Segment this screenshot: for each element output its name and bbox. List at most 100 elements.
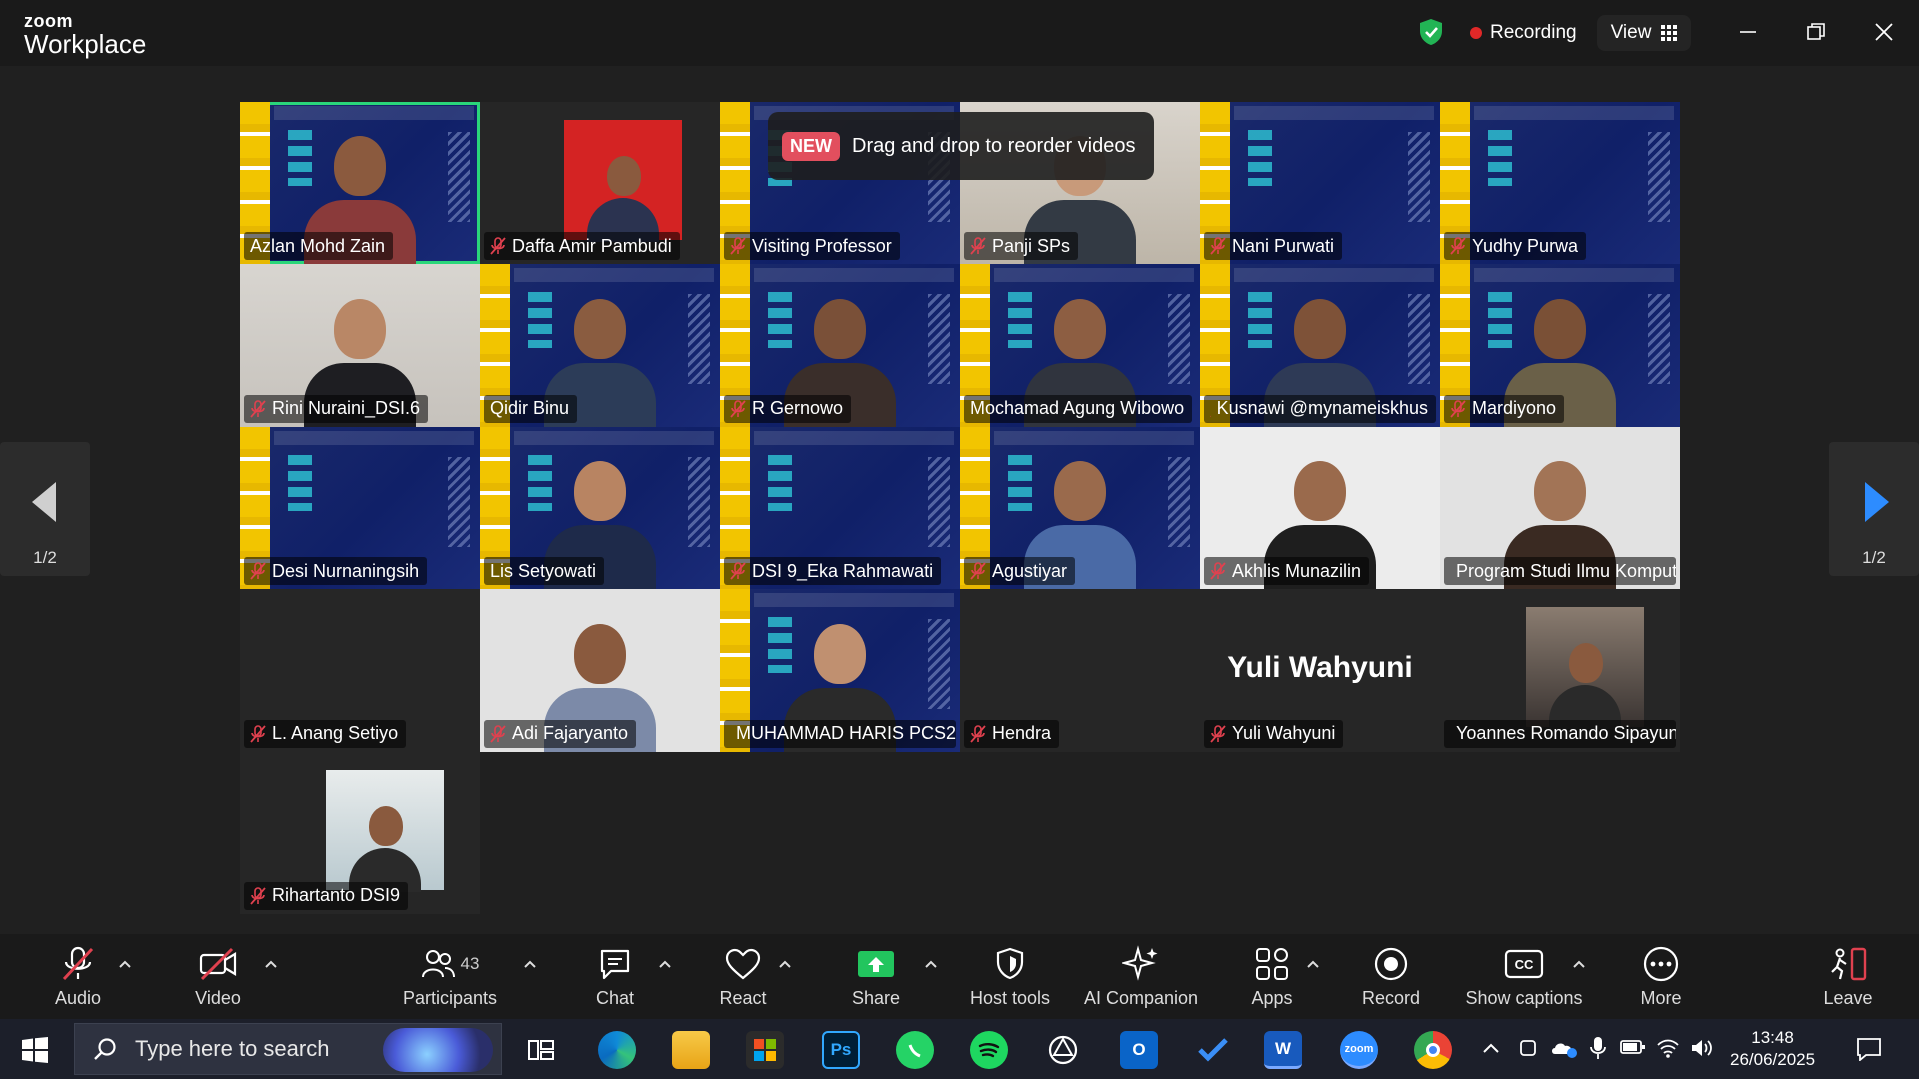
apps-options-chevron-up-icon[interactable]: [1305, 956, 1321, 972]
participant-display-name: Yuli Wahyuni: [1227, 651, 1413, 685]
whatsapp-icon[interactable]: [896, 1031, 934, 1069]
recording-indicator[interactable]: Recording: [1470, 22, 1577, 44]
video-button[interactable]: Video: [184, 944, 252, 1016]
participant-tile[interactable]: Lis Setyowati: [480, 426, 720, 590]
share-options-chevron-up-icon[interactable]: [923, 956, 939, 972]
participant-tile[interactable]: Nani Purwati: [1200, 102, 1440, 265]
edge-icon[interactable]: [598, 1031, 636, 1069]
participant-tile[interactable]: Azlan Mohd Zain: [240, 102, 480, 265]
react-options-chevron-up-icon[interactable]: [777, 956, 793, 972]
participant-tile[interactable]: Daffa Amir Pambudi: [480, 102, 720, 265]
todo-icon[interactable]: [1194, 1031, 1232, 1069]
close-button[interactable]: [1864, 14, 1904, 50]
participant-tile[interactable]: MUHAMMAD HARIS PCS203...: [720, 589, 960, 752]
wifi-icon[interactable]: [1656, 1037, 1680, 1059]
show-hidden-icons-chevron-icon[interactable]: [1482, 1041, 1500, 1055]
host-tools-label: Host tools: [969, 988, 1051, 1008]
more-button[interactable]: More: [1636, 944, 1686, 1016]
participant-tile[interactable]: Kusnawi @mynameiskhus: [1200, 264, 1440, 427]
participant-tile[interactable]: L. Anang Setiyo: [240, 589, 480, 752]
participant-name: Agustiyar: [992, 560, 1068, 581]
mic-muted-icon: [250, 724, 266, 743]
participant-tile[interactable]: DSI 9_Eka Rahmawati: [720, 426, 960, 590]
participant-tile[interactable]: Desi Nurnaningsih: [240, 426, 480, 590]
mic-muted-icon: [1450, 399, 1466, 418]
participant-tile[interactable]: Rihartanto DSI9: [240, 751, 480, 914]
spotify-icon[interactable]: [970, 1031, 1008, 1069]
host-tools-button[interactable]: Host tools: [964, 944, 1056, 1016]
host-shield-icon: [996, 947, 1024, 980]
show-captions-button[interactable]: CC Show captions: [1462, 944, 1586, 1016]
taskbar-search-box[interactable]: Type here to search: [74, 1023, 502, 1075]
photoshop-icon[interactable]: Ps: [822, 1031, 860, 1069]
view-button[interactable]: View: [1597, 15, 1691, 51]
notifications-icon[interactable]: [1856, 1037, 1882, 1061]
windows-start-icon[interactable]: [22, 1037, 48, 1063]
next-page-button[interactable]: 1/2: [1829, 442, 1919, 576]
participant-tile[interactable]: Hendra: [960, 589, 1200, 752]
video-options-chevron-up-icon[interactable]: [263, 956, 279, 972]
participant-tile[interactable]: Yuli Wahyuni Yuli Wahyuni: [1200, 589, 1440, 752]
leave-button[interactable]: Leave: [1820, 944, 1876, 1016]
brand-bottom: Workplace: [24, 29, 147, 59]
participant-tile[interactable]: Yudhy Purwa: [1440, 102, 1680, 265]
participants-options-chevron-up-icon[interactable]: [522, 956, 538, 972]
microsoft-store-icon[interactable]: [746, 1031, 784, 1069]
banner-header: [754, 430, 954, 445]
outlook-icon[interactable]: O: [1120, 1031, 1158, 1069]
participant-tile[interactable]: Adi Fajaryanto: [480, 589, 720, 752]
participant-name-tag: Yuli Wahyuni: [1204, 719, 1344, 748]
restore-button[interactable]: [1796, 14, 1836, 50]
share-button[interactable]: Share: [850, 944, 902, 1016]
participant-tile[interactable]: R Gernowo: [720, 264, 960, 427]
participant-name-tag: Mardiyono: [1444, 394, 1565, 423]
battery-icon[interactable]: [1620, 1038, 1646, 1056]
participant-name: Desi Nurnaningsih: [272, 560, 420, 581]
task-view-icon[interactable]: [522, 1031, 560, 1069]
chat-options-chevron-up-icon[interactable]: [657, 956, 673, 972]
mic-muted-icon: [970, 724, 986, 743]
participant-name-tag: Rini Nuraini_DSI.6: [244, 394, 429, 423]
chrome-icon[interactable]: [1414, 1031, 1452, 1069]
participant-tile[interactable]: Qidir Binu: [480, 264, 720, 427]
previous-page-button[interactable]: 1/2: [0, 442, 90, 576]
participant-tile[interactable]: Mochamad Agung Wibowo: [960, 264, 1200, 427]
more-label: More: [1640, 988, 1682, 1008]
word-icon[interactable]: W: [1264, 1031, 1302, 1069]
record-button[interactable]: Record: [1360, 944, 1422, 1016]
participant-tile[interactable]: Yoannes Romando Sipayung: [1440, 589, 1680, 752]
meet-now-icon[interactable]: [1518, 1037, 1538, 1059]
microphone-icon[interactable]: [1588, 1035, 1608, 1061]
volume-icon[interactable]: [1690, 1037, 1716, 1059]
participant-tile[interactable]: Program Studi Ilmu Komput...: [1440, 426, 1680, 590]
ai-companion-button[interactable]: AI Companion: [1080, 944, 1202, 1016]
participant-name: Daffa Amir Pambudi: [512, 235, 672, 256]
zoom-app-icon[interactable]: zoom: [1340, 1031, 1378, 1069]
apps-button[interactable]: Apps: [1250, 944, 1294, 1016]
participant-tile[interactable]: Mardiyono: [1440, 264, 1680, 427]
audio-button[interactable]: Audio: [44, 944, 112, 1016]
mic-muted-icon: [490, 237, 506, 255]
participants-count: 43: [460, 954, 480, 973]
onedrive-sync-icon[interactable]: [1550, 1037, 1578, 1059]
banner-header: [1234, 106, 1434, 120]
participant-tile[interactable]: Agustiyar: [960, 426, 1200, 590]
audio-options-chevron-up-icon[interactable]: [117, 956, 133, 972]
chatgpt-icon[interactable]: [1044, 1031, 1082, 1069]
participant-tile[interactable]: Akhlis Munazilin: [1200, 426, 1440, 590]
participant-name-tag: Hendra: [964, 719, 1060, 748]
taskbar-clock[interactable]: 13:48 26/06/2025: [1730, 1027, 1815, 1071]
mic-muted-icon: [490, 724, 506, 743]
chat-button[interactable]: Chat: [590, 944, 640, 1016]
file-explorer-icon[interactable]: [672, 1031, 710, 1069]
react-button[interactable]: React: [717, 944, 769, 1016]
windows-taskbar: Type here to search Ps O W zoom 13:48 26…: [0, 1019, 1919, 1079]
participant-name: Panji SPs: [992, 235, 1071, 256]
minimize-button[interactable]: [1728, 14, 1768, 50]
security-shield-icon[interactable]: [1418, 18, 1444, 46]
participant-name: Adi Fajaryanto: [512, 723, 629, 744]
participant-tile[interactable]: Rini Nuraini_DSI.6: [240, 264, 480, 427]
captions-options-chevron-up-icon[interactable]: [1571, 956, 1587, 972]
participant-name-tag: Rihartanto DSI9: [244, 881, 409, 910]
participants-button[interactable]: 43 Participants: [398, 944, 502, 1016]
